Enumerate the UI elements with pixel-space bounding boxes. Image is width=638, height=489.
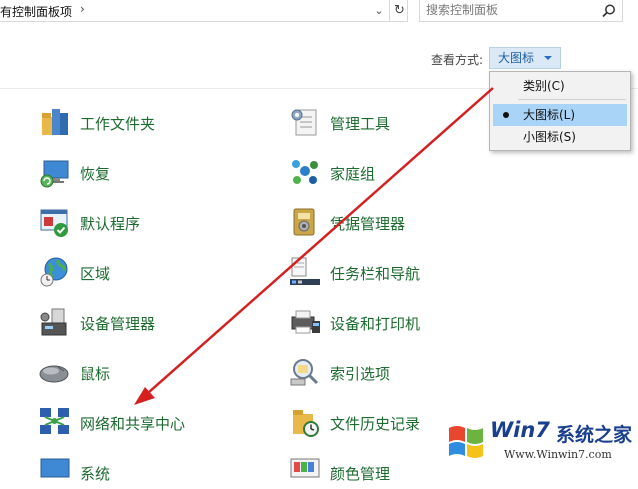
menu-item-large-icons[interactable]: 大图标(L) [493, 104, 627, 126]
breadcrumb[interactable]: 有控制面板项 [0, 3, 72, 20]
item-label: 设备管理器 [80, 315, 156, 333]
item-label: 鼠标 [80, 365, 111, 383]
device-manager-icon [40, 308, 67, 336]
item-label: 系统 [80, 465, 111, 483]
windows-logo-icon [449, 426, 483, 458]
menu-separator [518, 99, 626, 100]
item-label: 设备和打印机 [330, 315, 421, 333]
item-label: 默认程序 [80, 215, 141, 233]
indexing-options-icon [290, 359, 319, 386]
breadcrumb-chevron-icon[interactable]: › [80, 2, 85, 16]
menu-item-label: 小图标(S) [523, 130, 576, 144]
menu-item-category[interactable]: 类别(C) [493, 75, 627, 97]
item-label: 管理工具 [330, 115, 391, 133]
devices-printers-icon [291, 310, 320, 334]
menu-item-label: 类别(C) [523, 79, 565, 93]
work-folders-icon [42, 109, 68, 135]
view-by-label: 查看方式: [431, 53, 484, 67]
color-management-icon [290, 458, 320, 478]
address-dropdown-icon[interactable]: ⌄ [370, 0, 388, 22]
taskbar-icon [290, 257, 320, 285]
item-label: 凭据管理器 [330, 215, 406, 233]
watermark-brand-cn: 系统之家 [556, 424, 633, 446]
watermark-brand: Win7 [490, 418, 550, 442]
file-history-icon [293, 410, 319, 437]
search-box[interactable] [419, 0, 623, 22]
item-label: 区域 [80, 265, 111, 283]
mouse-icon [39, 365, 69, 383]
item-label: 颜色管理 [330, 465, 391, 483]
item-label: 恢复 [80, 165, 111, 183]
address-bar[interactable]: 有控制面板项 › ⌄ ↻ [0, 0, 408, 22]
selected-radio-dot-icon [503, 112, 509, 118]
view-by-selected: 大图标 [498, 51, 535, 65]
homegroup-icon [292, 160, 318, 184]
default-programs-icon [40, 209, 68, 237]
caret-down-icon [544, 56, 552, 60]
search-input[interactable] [426, 2, 596, 18]
search-icon[interactable] [600, 2, 618, 20]
item-label: 文件历史记录 [330, 415, 421, 433]
item-label: 任务栏和导航 [330, 265, 421, 283]
region-icon [40, 257, 68, 287]
system-icon [40, 458, 70, 478]
view-by-dropdown[interactable]: 大图标 [489, 47, 561, 69]
refresh-icon[interactable]: ↻ [389, 0, 409, 22]
item-label: 工作文件夹 [80, 115, 156, 133]
watermark-url: Www.Winwin7.com [504, 448, 612, 461]
view-by-menu: 类别(C) 大图标(L) 小图标(S) [489, 71, 631, 151]
credential-manager-icon [293, 208, 315, 236]
menu-item-label: 大图标(L) [523, 108, 576, 122]
navigation-bar: 有控制面板项 › ⌄ ↻ [0, 0, 638, 25]
menu-item-small-icons[interactable]: 小图标(S) [493, 126, 627, 148]
network-sharing-icon [40, 408, 69, 434]
item-label: 索引选项 [330, 365, 391, 383]
watermark: Win7 系统之家 Www.Winwin7.com [440, 412, 638, 469]
item-label: 网络和共享中心 [80, 415, 186, 433]
admin-tools-icon [291, 109, 317, 136]
recovery-icon [40, 160, 69, 188]
item-label: 家庭组 [330, 165, 376, 183]
